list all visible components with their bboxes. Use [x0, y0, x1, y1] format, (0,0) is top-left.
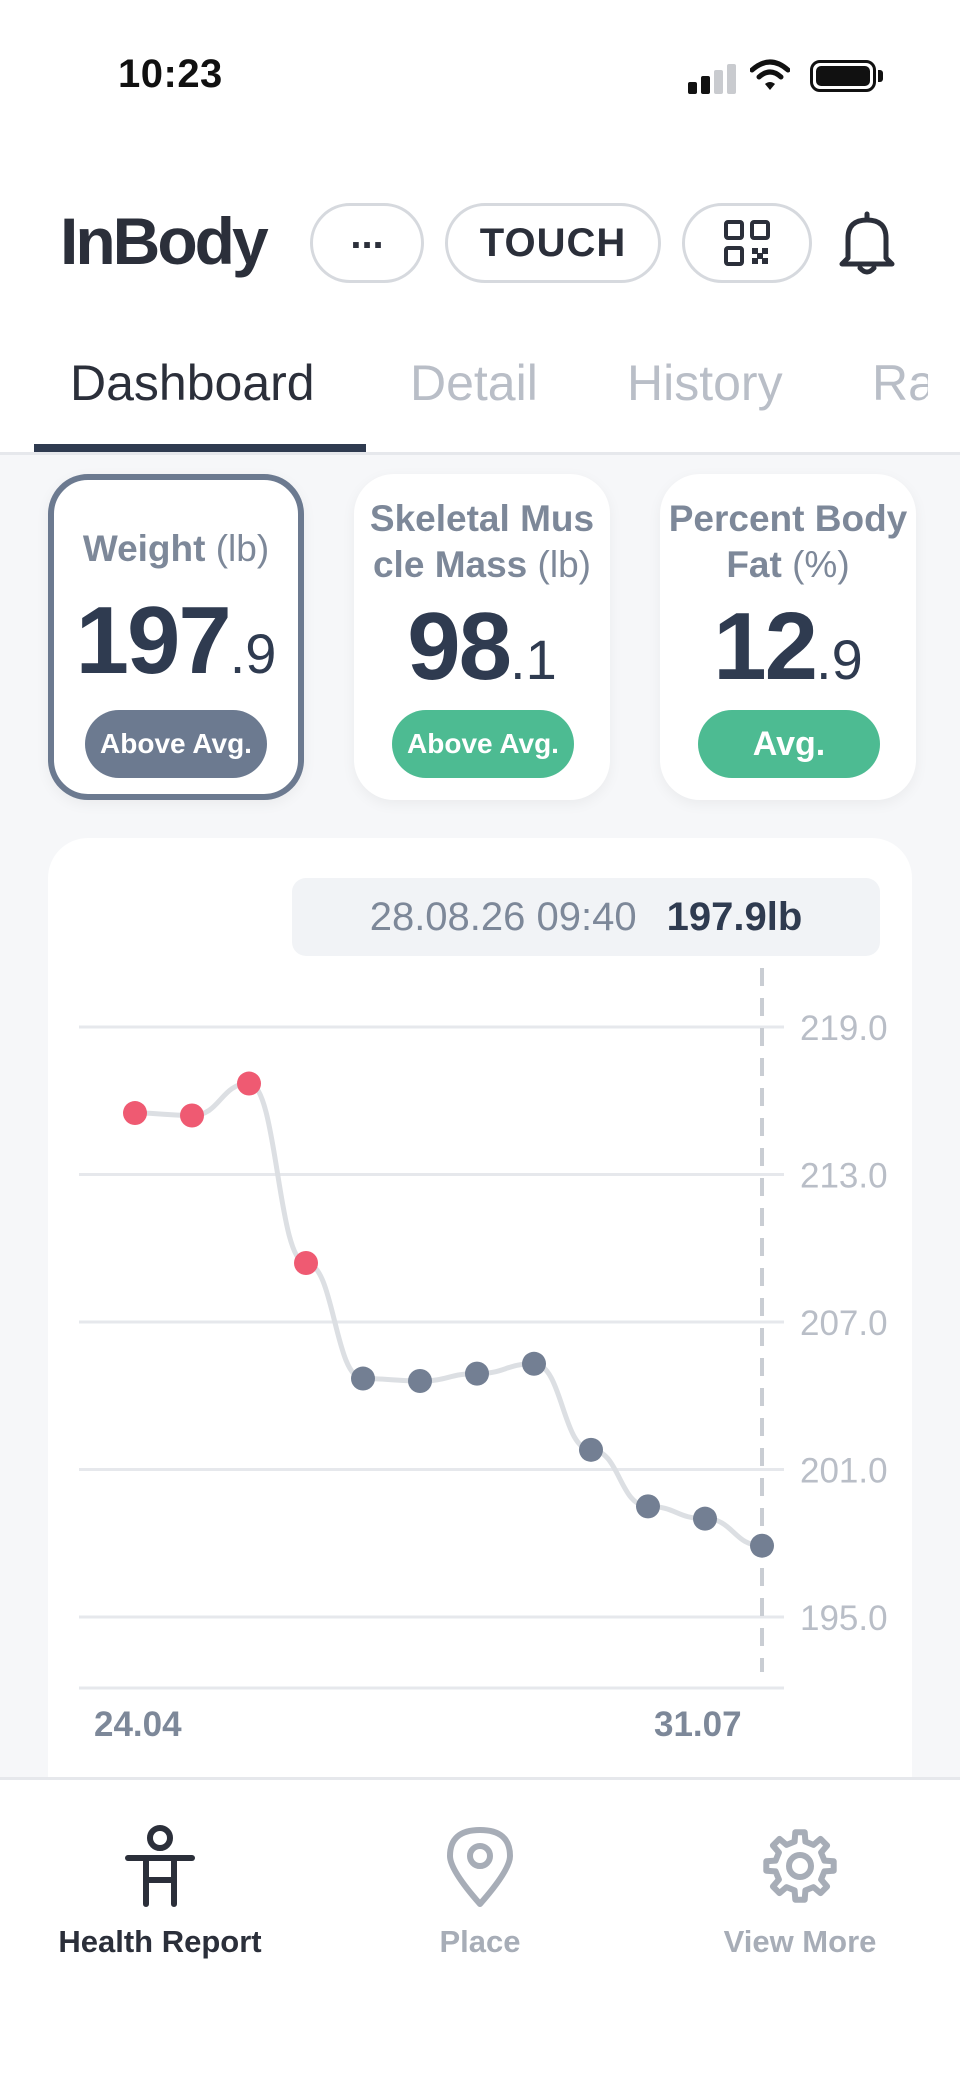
- wifi-icon: [750, 59, 790, 90]
- battery-icon: [810, 60, 876, 92]
- metric-title: Skeletal Muscle Mass (lb): [369, 498, 595, 585]
- chart-tooltip: 28.08.26 09:40 197.9lb: [292, 878, 880, 956]
- data-point[interactable]: [750, 1533, 774, 1558]
- data-point[interactable]: [693, 1506, 717, 1531]
- weight-chart-card: [48, 838, 912, 1838]
- status-badge: Above Avg.: [392, 710, 574, 778]
- tooltip-date: 28.08.26 09:40: [369, 894, 637, 939]
- qr-button[interactable]: [682, 203, 812, 283]
- tab-ranking[interactable]: Ra: [872, 354, 928, 412]
- nav-label: Place: [439, 1924, 521, 1959]
- gear-outline: [763, 1829, 837, 1903]
- gear-icon: [763, 1829, 837, 1903]
- data-point[interactable]: [237, 1071, 261, 1096]
- data-point[interactable]: [294, 1251, 318, 1275]
- data-point[interactable]: [123, 1101, 147, 1126]
- metric-card-weight[interactable]: Weight (lb) 197.9 Above Avg.: [48, 474, 304, 800]
- location-pin-icon: [447, 1827, 513, 1907]
- active-tab-indicator: [34, 444, 366, 452]
- bell-icon[interactable]: [836, 210, 898, 276]
- metric-title: Weight (lb): [82, 528, 270, 569]
- nav-label: View More: [723, 1924, 877, 1959]
- metric-title: Percent Body Fat (%): [668, 498, 908, 585]
- data-point[interactable]: [465, 1361, 489, 1386]
- touch-button[interactable]: TOUCH: [445, 203, 661, 283]
- tab-detail[interactable]: Detail: [410, 354, 538, 412]
- nav-label: Health Report: [58, 1924, 262, 1959]
- tooltip-value: 197.9lb: [666, 894, 803, 939]
- status-badge: Avg.: [698, 710, 880, 778]
- bottom-nav: Health Report Place View More: [0, 1777, 960, 2079]
- tab-bar: Dashboard Detail History Ra: [0, 340, 960, 455]
- metric-value: 98.1: [407, 593, 557, 700]
- status-badge: Above Avg.: [85, 710, 267, 778]
- data-point[interactable]: [408, 1369, 432, 1393]
- battery-cap: [878, 70, 883, 82]
- tab-dashboard[interactable]: Dashboard: [70, 354, 315, 412]
- metric-value: 12.9: [713, 593, 863, 700]
- data-point[interactable]: [579, 1437, 603, 1462]
- metric-card-percent-body-fat[interactable]: Percent Body Fat (%) 12.9 Avg.: [660, 474, 916, 800]
- app-logo: InBody: [60, 204, 269, 278]
- data-point[interactable]: [636, 1494, 660, 1519]
- data-point[interactable]: [180, 1103, 204, 1128]
- nav-health-report[interactable]: Health Report: [0, 1824, 320, 1960]
- tab-history[interactable]: History: [627, 354, 783, 412]
- data-point[interactable]: [351, 1366, 375, 1391]
- data-point[interactable]: [522, 1351, 546, 1376]
- status-time: 10:23: [118, 52, 223, 96]
- body-icon: [125, 1825, 195, 1907]
- qr-code-icon: [724, 220, 770, 266]
- cellular-signal-icon: [688, 64, 738, 94]
- nav-place[interactable]: Place: [320, 1824, 640, 1960]
- metric-card-skeletal-muscle-mass[interactable]: Skeletal Muscle Mass (lb) 98.1 Above Avg…: [354, 474, 610, 800]
- metric-value: 197.9: [75, 587, 277, 694]
- nav-view-more[interactable]: View More: [640, 1824, 960, 1960]
- more-button[interactable]: ...: [310, 203, 424, 283]
